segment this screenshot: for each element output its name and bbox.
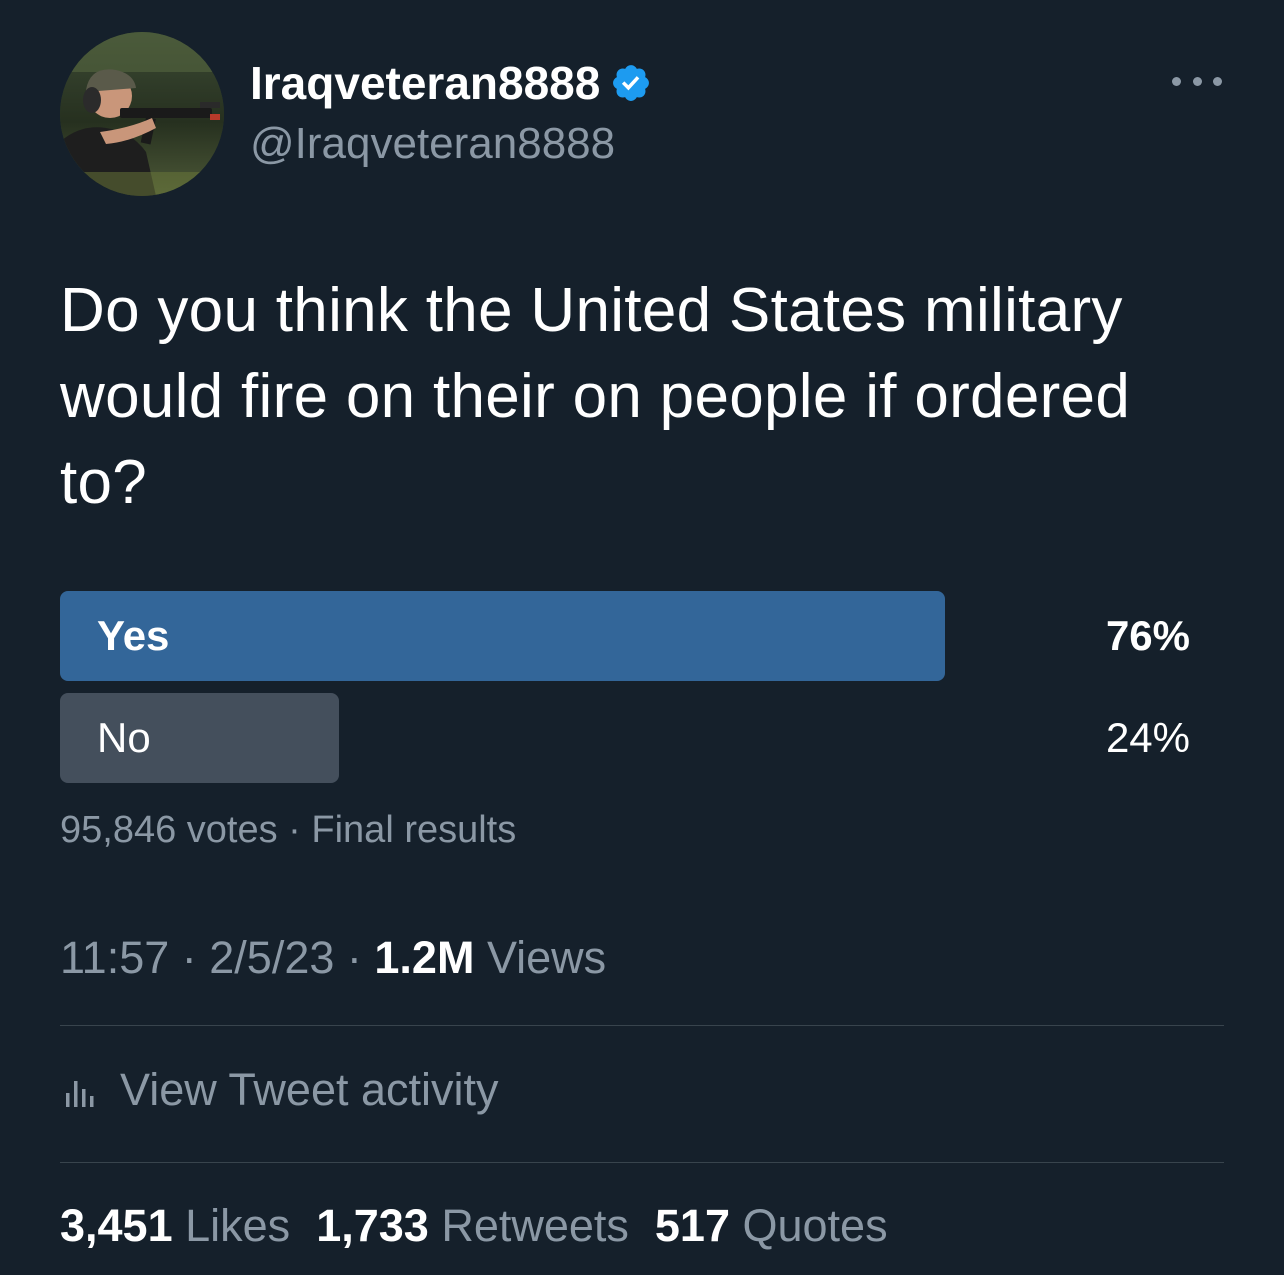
author-display-name[interactable]: Iraqveteran8888 bbox=[250, 56, 652, 110]
poll-label: No bbox=[97, 714, 151, 761]
more-dot bbox=[1172, 76, 1181, 86]
tweet-time[interactable]: 11:57 bbox=[60, 932, 169, 983]
verified-badge-icon bbox=[613, 65, 650, 101]
author-handle[interactable]: @Iraqveteran8888 bbox=[250, 118, 615, 170]
retweets-label: Retweets bbox=[428, 1200, 629, 1251]
poll-bar-yes bbox=[60, 591, 945, 681]
poll-votes: 95,846 votes bbox=[60, 809, 278, 851]
views-label: Views bbox=[474, 932, 607, 983]
likes-stat[interactable]: 3,451 Likes bbox=[60, 1196, 290, 1256]
retweets-stat[interactable]: 1,733 Retweets bbox=[316, 1196, 629, 1256]
retweets-count: 1,733 bbox=[316, 1200, 429, 1251]
poll-percent: 24% bbox=[1105, 714, 1190, 761]
more-dot bbox=[1192, 76, 1202, 86]
profile-photo bbox=[60, 32, 224, 196]
separator: · bbox=[277, 809, 312, 851]
poll-option-yes: Yes 76% bbox=[60, 591, 1190, 681]
tweet-text: Do you think the United States military … bbox=[60, 276, 1131, 517]
separator: · bbox=[334, 932, 375, 983]
view-tweet-activity-label: View Tweet activity bbox=[120, 1064, 499, 1115]
divider bbox=[60, 1162, 1224, 1163]
poll-option-no: No 24% bbox=[60, 693, 1190, 783]
poll-label: Yes bbox=[97, 612, 170, 659]
quotes-label: Quotes bbox=[730, 1200, 888, 1251]
separator: · bbox=[169, 932, 210, 983]
likes-count: 3,451 bbox=[60, 1200, 173, 1251]
poll-status: Final results bbox=[311, 809, 517, 851]
avatar[interactable] bbox=[60, 32, 224, 196]
more-dot bbox=[1213, 76, 1222, 86]
tweet-timestamp-row: 11:57 · 2/5/23 · 1.2M Views bbox=[60, 930, 606, 986]
tweet-date[interactable]: 2/5/23 bbox=[209, 932, 334, 983]
bar-chart-icon bbox=[66, 1081, 94, 1107]
engagement-stats: 3,451 Likes 1,733 Retweets 517 Quotes bbox=[60, 1196, 914, 1256]
quotes-stat[interactable]: 517 Quotes bbox=[655, 1196, 888, 1256]
poll-percent: 76% bbox=[1105, 612, 1190, 659]
poll-summary: 95,846 votes · Final results bbox=[60, 806, 516, 854]
view-tweet-activity-button[interactable]: View Tweet activity bbox=[60, 1060, 499, 1120]
divider bbox=[60, 1025, 1224, 1026]
quotes-count: 517 bbox=[654, 1200, 730, 1251]
views-count: 1.2M bbox=[374, 932, 475, 983]
author-name-text: Iraqveteran8888 bbox=[250, 57, 601, 109]
more-options-icon[interactable] bbox=[1172, 64, 1222, 98]
likes-label: Likes bbox=[172, 1200, 291, 1251]
